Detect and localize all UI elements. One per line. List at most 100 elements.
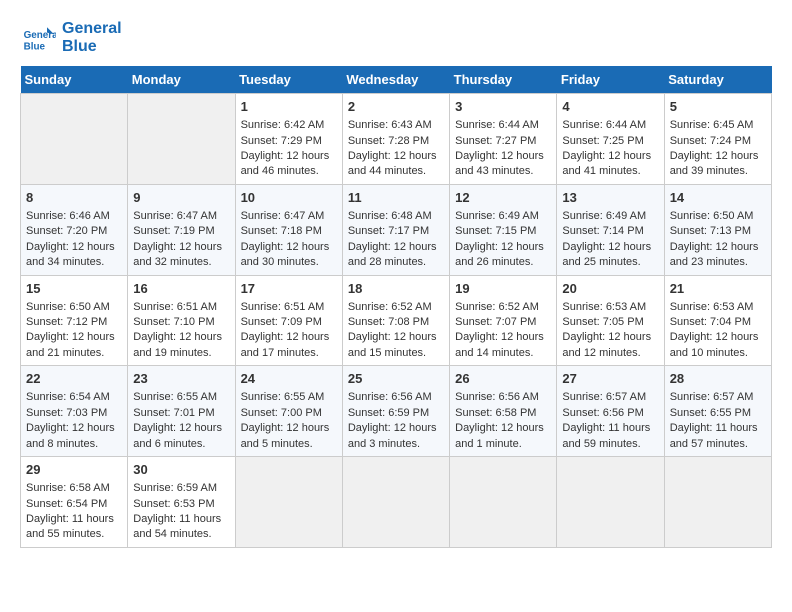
day-info: Sunrise: 6:46 AMSunset: 7:20 PMDaylight:… (26, 210, 115, 268)
day-of-week-header: Saturday (664, 66, 771, 94)
day-info: Sunrise: 6:57 AMSunset: 6:56 PMDaylight:… (562, 391, 650, 449)
day-info: Sunrise: 6:50 AMSunset: 7:13 PMDaylight:… (670, 210, 759, 268)
calendar-cell: 17 Sunrise: 6:51 AMSunset: 7:09 PMDayligh… (235, 275, 342, 366)
day-number: 22 (26, 370, 122, 388)
calendar-cell (450, 457, 557, 548)
day-info: Sunrise: 6:52 AMSunset: 7:07 PMDaylight:… (455, 301, 544, 359)
calendar-cell (342, 457, 449, 548)
day-info: Sunrise: 6:55 AMSunset: 7:00 PMDaylight:… (241, 391, 330, 449)
calendar-cell: 1 Sunrise: 6:42 AMSunset: 7:29 PMDaylight… (235, 94, 342, 185)
day-info: Sunrise: 6:51 AMSunset: 7:10 PMDaylight:… (133, 301, 222, 359)
day-number: 21 (670, 280, 766, 298)
day-number: 28 (670, 370, 766, 388)
day-number: 30 (133, 461, 229, 479)
svg-text:Blue: Blue (24, 42, 46, 53)
day-number: 26 (455, 370, 551, 388)
day-of-week-header: Wednesday (342, 66, 449, 94)
day-of-week-header: Friday (557, 66, 664, 94)
day-number: 5 (670, 98, 766, 116)
day-number: 4 (562, 98, 658, 116)
day-info: Sunrise: 6:51 AMSunset: 7:09 PMDaylight:… (241, 301, 330, 359)
logo-wordmark: General Blue (62, 20, 122, 55)
day-info: Sunrise: 6:42 AMSunset: 7:29 PMDaylight:… (241, 119, 330, 177)
calendar-week-row: 8 Sunrise: 6:46 AMSunset: 7:20 PMDaylight… (21, 184, 772, 275)
day-number: 14 (670, 189, 766, 207)
day-number: 1 (241, 98, 337, 116)
calendar-cell: 12 Sunrise: 6:49 AMSunset: 7:15 PMDayligh… (450, 184, 557, 275)
day-number: 17 (241, 280, 337, 298)
calendar-cell: 24 Sunrise: 6:55 AMSunset: 7:00 PMDayligh… (235, 366, 342, 457)
calendar-table: SundayMondayTuesdayWednesdayThursdayFrid… (20, 66, 772, 548)
day-of-week-header: Thursday (450, 66, 557, 94)
day-info: Sunrise: 6:50 AMSunset: 7:12 PMDaylight:… (26, 301, 115, 359)
day-number: 9 (133, 189, 229, 207)
day-number: 23 (133, 370, 229, 388)
calendar-cell: 9 Sunrise: 6:47 AMSunset: 7:19 PMDaylight… (128, 184, 235, 275)
calendar-week-row: 1 Sunrise: 6:42 AMSunset: 7:29 PMDaylight… (21, 94, 772, 185)
day-number: 2 (348, 98, 444, 116)
day-info: Sunrise: 6:58 AMSunset: 6:54 PMDaylight:… (26, 482, 114, 540)
calendar-cell: 25Sunrise: 6:56 AMSunset: 6:59 PMDayligh… (342, 366, 449, 457)
calendar-cell: 14 Sunrise: 6:50 AMSunset: 7:13 PMDayligh… (664, 184, 771, 275)
calendar-cell: 19 Sunrise: 6:52 AMSunset: 7:07 PMDayligh… (450, 275, 557, 366)
day-number: 8 (26, 189, 122, 207)
logo: General Blue General Blue (20, 20, 122, 56)
page-header: General Blue General Blue (20, 20, 772, 56)
calendar-cell: 30 Sunrise: 6:59 AMSunset: 6:53 PMDayligh… (128, 457, 235, 548)
day-info: Sunrise: 6:56 AMSunset: 6:58 PMDaylight:… (455, 391, 544, 449)
day-info: Sunrise: 6:47 AMSunset: 7:19 PMDaylight:… (133, 210, 222, 268)
day-number: 27 (562, 370, 658, 388)
calendar-cell: 21 Sunrise: 6:53 AMSunset: 7:04 PMDayligh… (664, 275, 771, 366)
day-info: Sunrise: 6:45 AMSunset: 7:24 PMDaylight:… (670, 119, 759, 177)
calendar-cell: 26 Sunrise: 6:56 AMSunset: 6:58 PMDayligh… (450, 366, 557, 457)
calendar-cell (557, 457, 664, 548)
day-info: Sunrise: 6:57 AMSunset: 6:55 PMDaylight:… (670, 391, 758, 449)
day-info: Sunrise: 6:44 AMSunset: 7:25 PMDaylight:… (562, 119, 651, 177)
calendar-header-row: SundayMondayTuesdayWednesdayThursdayFrid… (21, 66, 772, 94)
day-number: 24 (241, 370, 337, 388)
day-of-week-header: Tuesday (235, 66, 342, 94)
day-number: 10 (241, 189, 337, 207)
calendar-cell (128, 94, 235, 185)
calendar-cell: 2 Sunrise: 6:43 AMSunset: 7:28 PMDaylight… (342, 94, 449, 185)
calendar-cell (664, 457, 771, 548)
day-info: Sunrise: 6:59 AMSunset: 6:53 PMDaylight:… (133, 482, 221, 540)
day-number: 18 (348, 280, 444, 298)
day-info: Sunrise: 6:49 AMSunset: 7:14 PMDaylight:… (562, 210, 651, 268)
calendar-cell (21, 94, 128, 185)
calendar-cell (235, 457, 342, 548)
day-number: 11 (348, 189, 444, 207)
calendar-cell: 29 Sunrise: 6:58 AMSunset: 6:54 PMDayligh… (21, 457, 128, 548)
day-info: Sunrise: 6:43 AMSunset: 7:28 PMDaylight:… (348, 119, 437, 177)
day-number: 13 (562, 189, 658, 207)
day-number: 15 (26, 280, 122, 298)
day-of-week-header: Monday (128, 66, 235, 94)
day-number: 20 (562, 280, 658, 298)
calendar-cell: 16 Sunrise: 6:51 AMSunset: 7:10 PMDayligh… (128, 275, 235, 366)
logo-icon: General Blue (20, 20, 56, 56)
day-info: Sunrise: 6:52 AMSunset: 7:08 PMDaylight:… (348, 301, 437, 359)
calendar-week-row: 15 Sunrise: 6:50 AMSunset: 7:12 PMDayligh… (21, 275, 772, 366)
day-info: Sunrise: 6:55 AMSunset: 7:01 PMDaylight:… (133, 391, 222, 449)
calendar-week-row: 29 Sunrise: 6:58 AMSunset: 6:54 PMDayligh… (21, 457, 772, 548)
calendar-cell: 4 Sunrise: 6:44 AMSunset: 7:25 PMDaylight… (557, 94, 664, 185)
day-number: 12 (455, 189, 551, 207)
calendar-cell: 27 Sunrise: 6:57 AMSunset: 6:56 PMDayligh… (557, 366, 664, 457)
calendar-cell: 20 Sunrise: 6:53 AMSunset: 7:05 PMDayligh… (557, 275, 664, 366)
calendar-cell: 13 Sunrise: 6:49 AMSunset: 7:14 PMDayligh… (557, 184, 664, 275)
day-info: Sunrise: 6:53 AMSunset: 7:05 PMDaylight:… (562, 301, 651, 359)
day-number: 16 (133, 280, 229, 298)
calendar-week-row: 22Sunrise: 6:54 AMSunset: 7:03 PMDayligh… (21, 366, 772, 457)
day-info: Sunrise: 6:49 AMSunset: 7:15 PMDaylight:… (455, 210, 544, 268)
calendar-cell: 28 Sunrise: 6:57 AMSunset: 6:55 PMDayligh… (664, 366, 771, 457)
calendar-cell: 8 Sunrise: 6:46 AMSunset: 7:20 PMDaylight… (21, 184, 128, 275)
calendar-cell: 5 Sunrise: 6:45 AMSunset: 7:24 PMDaylight… (664, 94, 771, 185)
calendar-cell: 18 Sunrise: 6:52 AMSunset: 7:08 PMDayligh… (342, 275, 449, 366)
calendar-cell: 22Sunrise: 6:54 AMSunset: 7:03 PMDayligh… (21, 366, 128, 457)
day-info: Sunrise: 6:56 AMSunset: 6:59 PMDaylight:… (348, 391, 437, 449)
day-number: 19 (455, 280, 551, 298)
day-info: Sunrise: 6:53 AMSunset: 7:04 PMDaylight:… (670, 301, 759, 359)
day-number: 29 (26, 461, 122, 479)
calendar-cell: 10Sunrise: 6:47 AMSunset: 7:18 PMDayligh… (235, 184, 342, 275)
calendar-cell: 15 Sunrise: 6:50 AMSunset: 7:12 PMDayligh… (21, 275, 128, 366)
